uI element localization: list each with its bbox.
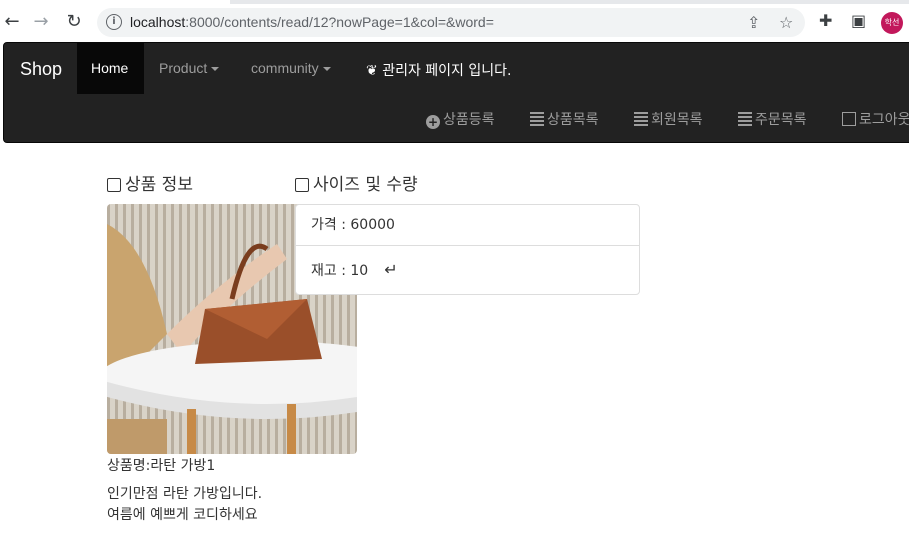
nav-order-list-label: 주문목록: [755, 112, 807, 128]
ruler-icon: [295, 178, 309, 192]
nav-product-register-label: 상품등록: [443, 112, 495, 128]
list-icon: [634, 112, 648, 126]
stock-text: 재고 : 10: [311, 263, 369, 279]
nav-logout[interactable]: 로그아웃: [842, 109, 909, 129]
share-icon[interactable]: ⇪: [747, 13, 760, 32]
nav-product-register[interactable]: + 상품등록: [426, 109, 495, 129]
active-tab[interactable]: [0, 0, 230, 4]
avatar[interactable]: 학선: [881, 12, 903, 34]
tab-strip: [0, 0, 909, 4]
list-icon: [738, 112, 752, 126]
gift-icon: [107, 178, 121, 192]
product-info-heading: 상품 정보: [107, 170, 193, 195]
extensions-icon[interactable]: ✚: [819, 11, 832, 30]
nav-member-list-label: 회원목록: [651, 112, 703, 128]
price-text: 가격 : 60000: [311, 217, 395, 233]
size-qty-heading: 사이즈 및 수량: [295, 170, 418, 195]
nav-logout-label: 로그아웃: [859, 112, 909, 128]
caret-down-icon: [211, 67, 220, 72]
nav-home-label: Home: [91, 60, 129, 76]
url-path: :8000/contents/read/12?nowPage=1&col=&wo…: [185, 14, 494, 30]
back-arrow-icon[interactable]: ←: [0, 10, 24, 34]
url-text[interactable]: localhost:8000/contents/read/12?nowPage=…: [130, 14, 494, 30]
forward-arrow-icon[interactable]: →: [29, 10, 53, 34]
product-name: 상품명:라탄 가방1: [107, 458, 216, 474]
sidepanel-icon[interactable]: ▣: [851, 11, 866, 30]
price-row: 가격 : 60000: [296, 205, 639, 246]
admin-notice: ❦ 관리자 페이지 입니다.: [366, 60, 511, 80]
url-host: localhost: [130, 14, 186, 30]
stock-row: 재고 : 10 ↵: [296, 246, 639, 294]
nav-member-list[interactable]: 회원목록: [634, 109, 703, 129]
site-navbar: Shop Home Product community ❦ 관리자 페이지 입니…: [3, 42, 909, 143]
product-description: 인기만점 라탄 가방입니다. 여름에 예쁘게 코디하세요: [107, 486, 263, 523]
nav-order-list[interactable]: 주문목록: [738, 109, 807, 129]
nav-community-dropdown[interactable]: community: [251, 60, 331, 76]
nav-product-dropdown[interactable]: Product: [159, 60, 220, 76]
star-icon[interactable]: ☆: [779, 13, 793, 32]
brand-link[interactable]: Shop: [20, 59, 62, 80]
leaf-icon: ❦: [366, 63, 378, 79]
enter-icon[interactable]: ↵: [384, 260, 397, 279]
list-icon: [530, 112, 544, 126]
product-info-heading-text: 상품 정보: [125, 175, 193, 195]
nav-community-label: community: [251, 60, 319, 76]
admin-notice-text: 관리자 페이지 입니다.: [382, 63, 512, 79]
info-icon[interactable]: i: [106, 14, 122, 30]
option-list: 가격 : 60000 재고 : 10 ↵: [295, 204, 640, 295]
nav-product-list-label: 상품목록: [547, 112, 599, 128]
caret-down-icon: [322, 67, 331, 72]
address-bar[interactable]: i localhost:8000/contents/read/12?nowPag…: [97, 8, 805, 37]
logout-icon: [842, 112, 856, 126]
plus-circle-icon: +: [426, 115, 440, 129]
size-qty-heading-text: 사이즈 및 수량: [313, 175, 418, 195]
reload-icon[interactable]: ↻: [62, 10, 86, 34]
nav-home[interactable]: Home: [77, 43, 144, 94]
browser-chrome: ← → ↻ i localhost:8000/contents/read/12?…: [0, 0, 909, 42]
nav-product-list[interactable]: 상품목록: [530, 109, 599, 129]
nav-product-label: Product: [159, 60, 208, 76]
